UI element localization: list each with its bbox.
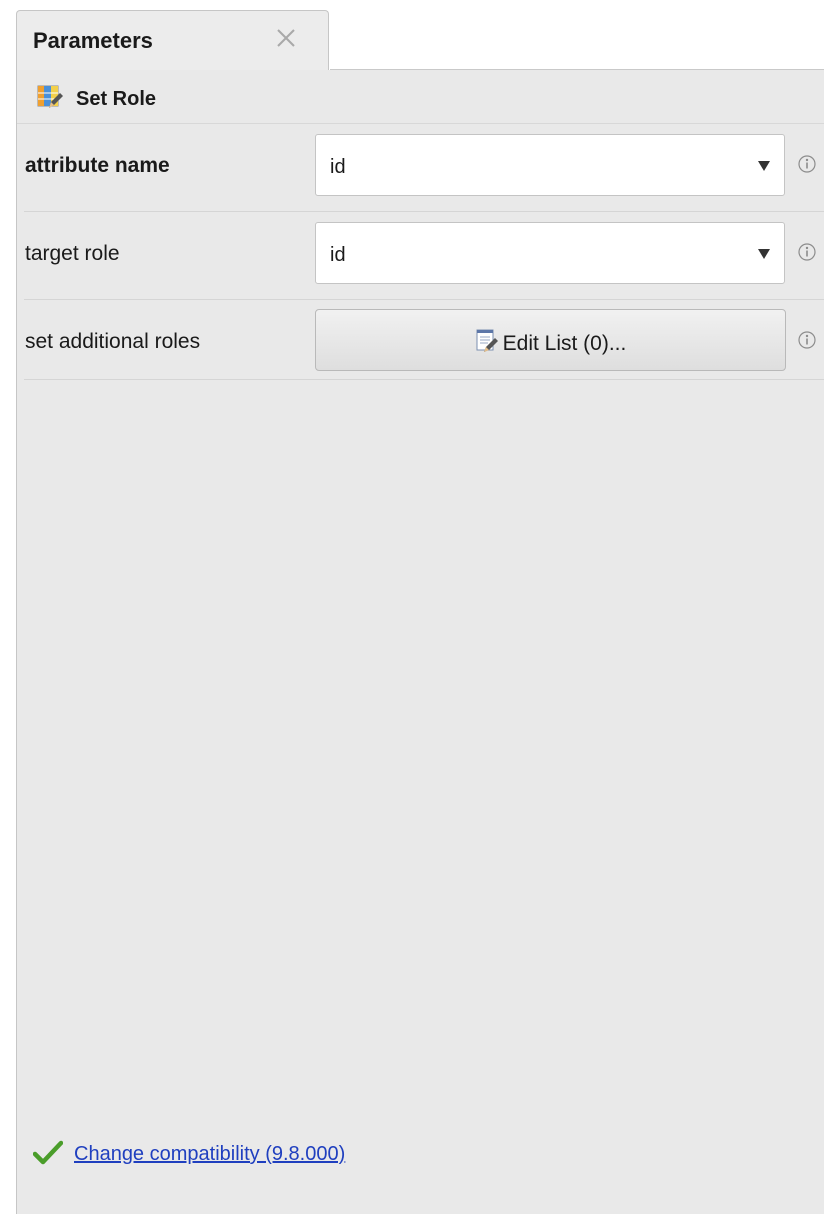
operator-title: Set Role [76,88,157,110]
operator-header: Set Role [17,70,824,124]
info-icon[interactable] [797,330,817,350]
info-icon[interactable] [797,242,817,262]
edit-list-button[interactable]: Edit List (0)... [315,309,786,371]
dropdown-arrow-icon [758,249,770,259]
check-icon [32,1140,64,1166]
parameters-panel: Set Role attribute name id target role i… [16,70,824,1214]
set-role-operator-icon [37,84,63,110]
param-label-target-role: target role [25,242,120,265]
edit-list-button-content: Edit List (0)... [316,328,785,356]
param-row-set-additional-roles: set additional roles Edit List (0)... [24,300,824,380]
param-label-set-additional-roles: set additional roles [25,330,201,353]
tab-strip: Parameters [0,0,824,71]
target-role-value: id [330,244,346,266]
param-label-attribute-name: attribute name [25,154,170,177]
target-role-select[interactable]: id [315,222,785,284]
info-icon[interactable] [797,154,817,174]
change-compatibility-link[interactable]: Change compatibility (9.8.000) [74,1143,345,1166]
edit-list-icon [475,328,499,354]
tab-title: Parameters [33,28,153,53]
attribute-name-value: id [330,156,346,178]
param-row-attribute-name: attribute name id [24,124,824,212]
close-icon[interactable] [273,25,299,51]
attribute-name-select[interactable]: id [315,134,785,196]
edit-list-label: Edit List (0)... [502,332,627,355]
dropdown-arrow-icon [758,161,770,171]
parameters-window: Parameters Set Role attribute name id ta… [0,0,824,1214]
param-row-target-role: target role id [24,212,824,300]
tab-parameters[interactable]: Parameters [16,10,329,71]
